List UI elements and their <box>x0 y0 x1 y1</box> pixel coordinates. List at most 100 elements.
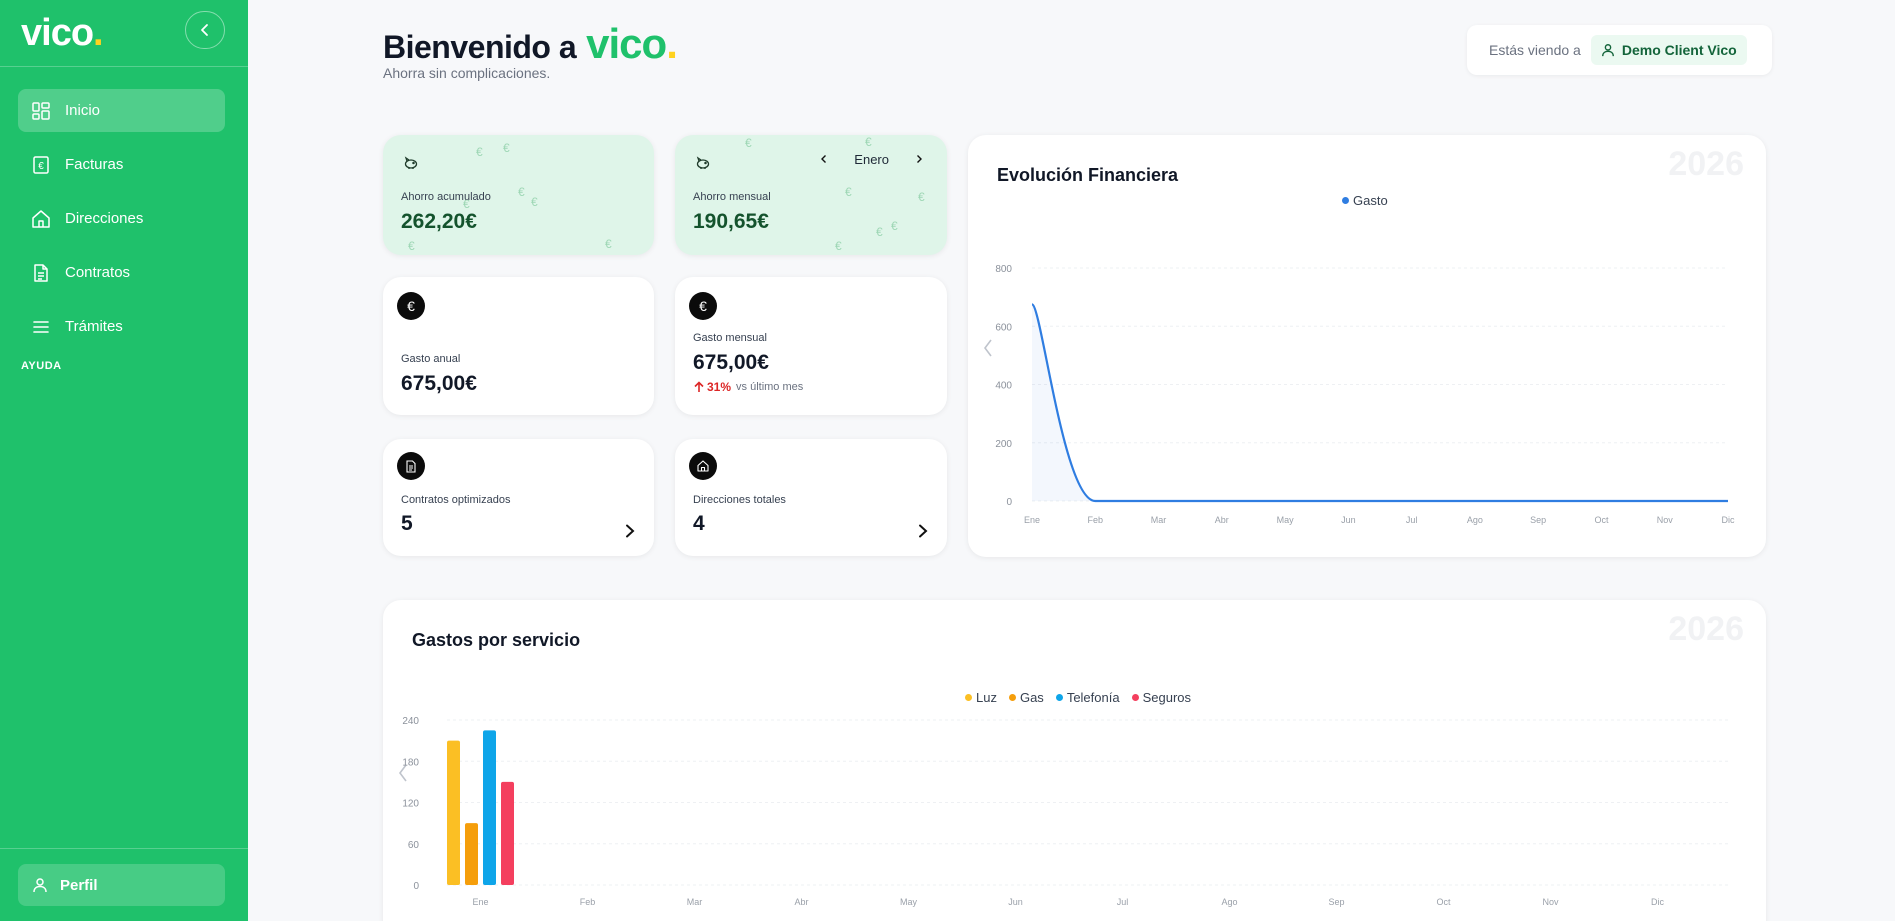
arrow-up-icon <box>694 381 704 392</box>
card-value: 190,65€ <box>693 210 769 233</box>
y-tick-label: 400 <box>995 381 1012 392</box>
logo-dot: . <box>93 12 104 54</box>
y-tick-label: 600 <box>995 322 1012 333</box>
y-tick-label: 240 <box>402 716 419 727</box>
welcome-text: Bienvenido a <box>383 29 577 65</box>
dashboard-icon <box>32 101 50 120</box>
x-tick-label: Feb <box>580 897 596 907</box>
card-label: Gasto mensual <box>693 332 767 344</box>
next-month-button[interactable] <box>909 149 929 169</box>
sidebar-item-inicio[interactable]: Inicio <box>18 89 225 132</box>
card-label: Contratos optimizados <box>401 494 511 506</box>
x-tick-label: Nov <box>1542 897 1559 907</box>
x-tick-label: Ene <box>1024 515 1040 525</box>
prev-month-button[interactable] <box>814 149 834 169</box>
sidebar: vico. Inicio € Facturas Direcciones Cont… <box>0 0 248 921</box>
euro-decoration: € <box>865 135 872 149</box>
x-tick-label: Jun <box>1341 515 1356 525</box>
piggy-bank-icon <box>397 149 425 177</box>
bar-seguros-ene <box>501 781 514 885</box>
sidebar-divider <box>0 848 248 849</box>
line-chart: 0 200 400 600 800 Ene Feb Mar Abr May Jun Jul Ago Sep… <box>995 264 1735 525</box>
card-value: 4 <box>693 512 705 535</box>
y-tick-label: 180 <box>402 757 419 768</box>
gastos-por-servicio-card: Gastos por servicio 2026 Luz Gas Telefon… <box>383 600 1766 921</box>
x-tick-label: Abr <box>1215 515 1229 525</box>
card-label: Direcciones totales <box>693 494 786 506</box>
sidebar-item-label: Trámites <box>65 318 123 335</box>
euro-decoration: € <box>845 185 852 199</box>
direcciones-card[interactable]: Direcciones totales 4 <box>675 439 947 556</box>
sidebar-item-facturas[interactable]: € Facturas <box>18 143 225 186</box>
profile-label: Perfil <box>60 876 98 894</box>
sidebar-item-direcciones[interactable]: Direcciones <box>18 197 225 240</box>
chevron-right-icon[interactable] <box>624 524 636 538</box>
sidebar-divider <box>0 66 248 67</box>
help-section-label: AYUDA <box>21 360 62 372</box>
series-area-gasto <box>1032 304 1728 501</box>
chevron-left-icon <box>821 155 827 163</box>
trend-text: vs último mes <box>736 381 804 393</box>
euro-decoration: € <box>503 141 510 155</box>
euro-decoration: € <box>918 190 925 204</box>
x-tick-label: Sep <box>1530 515 1546 525</box>
collapse-sidebar-button[interactable] <box>185 11 225 49</box>
contratos-card[interactable]: Contratos optimizados 5 <box>383 439 654 556</box>
piggy-bank-icon <box>689 149 717 177</box>
y-tick-label: 800 <box>995 264 1012 275</box>
sidebar-item-label: Facturas <box>65 156 124 173</box>
chevron-right-icon[interactable] <box>917 524 929 538</box>
x-tick-label: Dic <box>1651 897 1664 907</box>
user-icon <box>1601 44 1614 57</box>
euro-icon: € <box>397 292 425 320</box>
euro-decoration: € <box>745 136 752 150</box>
sidebar-item-label: Inicio <box>65 102 101 119</box>
vico-logo[interactable]: vico. <box>21 12 104 55</box>
bar-telefonia-ene <box>483 730 496 885</box>
ahorro-acumulado-card: € € € € € € € Ahorro acumulado 262,20€ <box>383 135 654 255</box>
x-tick-label: Ene <box>472 897 488 907</box>
x-tick-label: Feb <box>1088 515 1104 525</box>
card-label: Ahorro acumulado <box>401 191 491 203</box>
x-tick-label: Jul <box>1117 897 1129 907</box>
card-value: 262,20€ <box>401 210 477 233</box>
y-tick-label: 200 <box>995 439 1012 450</box>
y-tick-label: 0 <box>413 881 419 892</box>
euro-decoration: € <box>876 225 883 239</box>
y-tick-label: 120 <box>402 799 419 810</box>
logo-text: vico <box>21 12 94 54</box>
euro-decoration: € <box>891 219 898 233</box>
x-tick-label: Dic <box>1722 515 1735 525</box>
euro-decoration: € <box>531 195 538 209</box>
profile-button[interactable]: Perfil <box>18 864 225 906</box>
client-badge[interactable]: Demo Client Vico <box>1590 35 1747 65</box>
x-tick-label: Sep <box>1328 897 1344 907</box>
client-name: Demo Client Vico <box>1621 42 1737 58</box>
x-tick-label: Mar <box>1151 515 1167 525</box>
brand-dot: . <box>666 20 678 67</box>
brand-logo: vico. <box>586 20 678 68</box>
sidebar-item-tramites[interactable]: Trámites <box>18 305 225 348</box>
euro-decoration: € <box>605 237 612 251</box>
month-selector: Enero <box>814 149 929 169</box>
trend-percentage: 31% <box>707 380 732 394</box>
euro-decoration: € <box>408 239 415 253</box>
home-icon <box>689 452 717 480</box>
evolucion-financiera-card: Evolución Financiera 2026 Gasto 0 200 400 6… <box>968 135 1766 557</box>
bar-gas-ene <box>465 823 478 885</box>
ahorro-mensual-card: € € € € € € € Enero Ahorro mensual 190,6… <box>675 135 947 255</box>
x-tick-label: Abr <box>794 897 808 907</box>
x-tick-label: Oct <box>1594 515 1609 525</box>
home-icon <box>32 209 50 228</box>
page-title: Bienvenido a vico. <box>383 20 678 68</box>
x-tick-label: May <box>900 897 918 907</box>
sidebar-nav: Inicio € Facturas Direcciones Contratos … <box>18 89 225 359</box>
sidebar-item-contratos[interactable]: Contratos <box>18 251 225 294</box>
sidebar-item-label: Contratos <box>65 264 131 281</box>
selected-month: Enero <box>854 151 889 167</box>
x-tick-label: Jun <box>1008 897 1023 907</box>
page-subtitle: Ahorra sin complicaciones. <box>383 65 551 81</box>
brand-text: vico <box>586 20 667 67</box>
x-tick-label: Nov <box>1657 515 1674 525</box>
card-value: 675,00€ <box>693 351 769 374</box>
